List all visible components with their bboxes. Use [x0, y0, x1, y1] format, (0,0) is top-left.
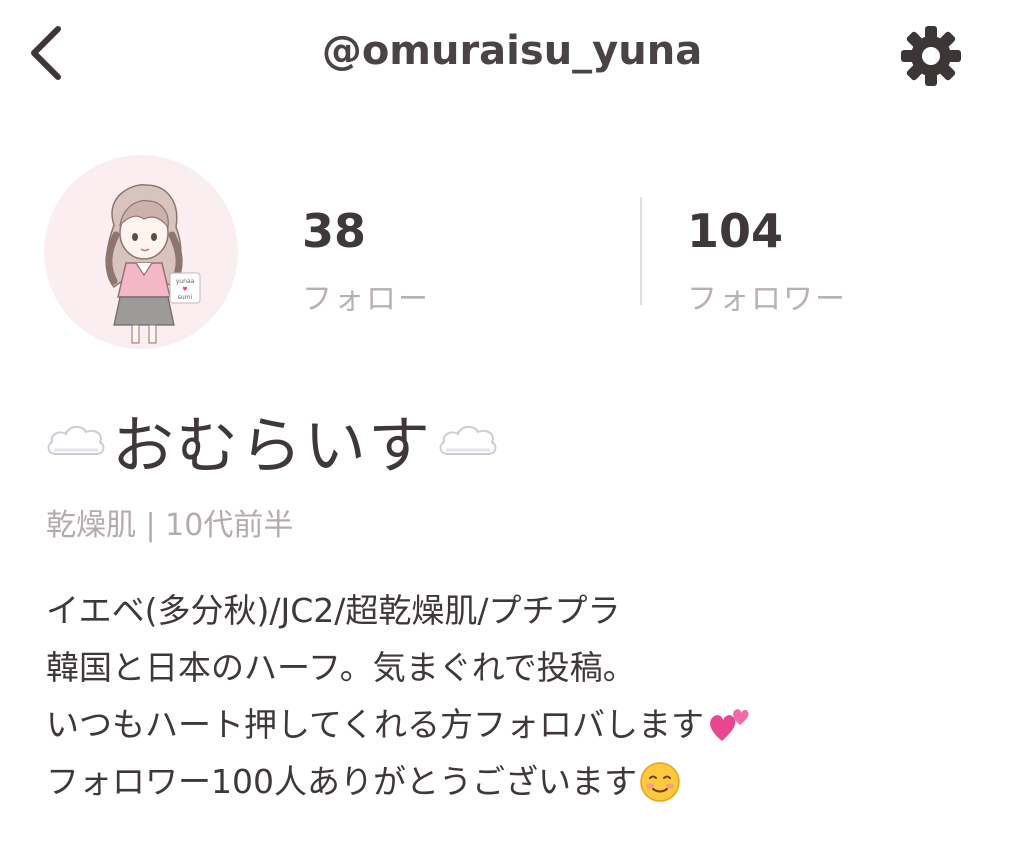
stats-divider: [640, 197, 642, 305]
followers-count: 104: [687, 204, 784, 258]
chevron-left-icon: [31, 26, 61, 80]
cloud-icon: [439, 426, 497, 455]
bio-line: イエベ(多分秋)/JC2/超乾燥肌/プチプラ: [46, 582, 1006, 639]
follow-count: 38: [302, 204, 367, 258]
follow-label: フォロー: [302, 282, 430, 317]
display-name: おむらいす: [112, 409, 433, 482]
bio-line: いつもハート押してくれる方フォロバします: [46, 696, 1006, 753]
profile-meta: 乾燥肌 | 10代前半: [46, 508, 294, 543]
followers-label: フォロワー: [687, 282, 847, 317]
profile-bio: イエベ(多分秋)/JC2/超乾燥肌/プチプラ 韓国と日本のハーフ。気まぐれで投稿…: [46, 582, 1006, 810]
follow-stat[interactable]: 38 フォロー: [302, 208, 430, 318]
cloud-icon: [47, 426, 105, 455]
smiling-face-emoji: [640, 761, 680, 802]
avatar[interactable]: yunaa ♥ sumi: [44, 155, 238, 349]
header-username: @omuraisu_yuna: [321, 28, 703, 74]
bio-line-text: 韓国と日本のハーフ。気まぐれで投稿。: [46, 648, 636, 687]
display-name-row: おむらいす: [44, 400, 500, 482]
bio-line-text: イエベ(多分秋)/JC2/超乾燥肌/プチプラ: [46, 591, 621, 630]
settings-button[interactable]: [895, 23, 967, 89]
svg-text:sumi: sumi: [178, 294, 193, 301]
back-button[interactable]: [18, 22, 74, 84]
svg-text:yunaa: yunaa: [176, 278, 195, 285]
avatar-illustration: yunaa ♥ sumi: [105, 184, 201, 344]
bio-line: 韓国と日本のハーフ。気まぐれで投稿。: [46, 639, 1006, 696]
svg-text:♥: ♥: [182, 286, 187, 293]
two-hearts-emoji: [710, 708, 749, 741]
bio-line-text: フォロワー100人ありがとうございます: [46, 762, 637, 801]
followers-stat[interactable]: 104 フォロワー: [687, 208, 847, 318]
bio-line-text: いつもハート押してくれる方フォロバします: [46, 705, 705, 744]
bio-line: フォロワー100人ありがとうございます: [46, 753, 1006, 810]
gear-icon: [901, 26, 961, 86]
